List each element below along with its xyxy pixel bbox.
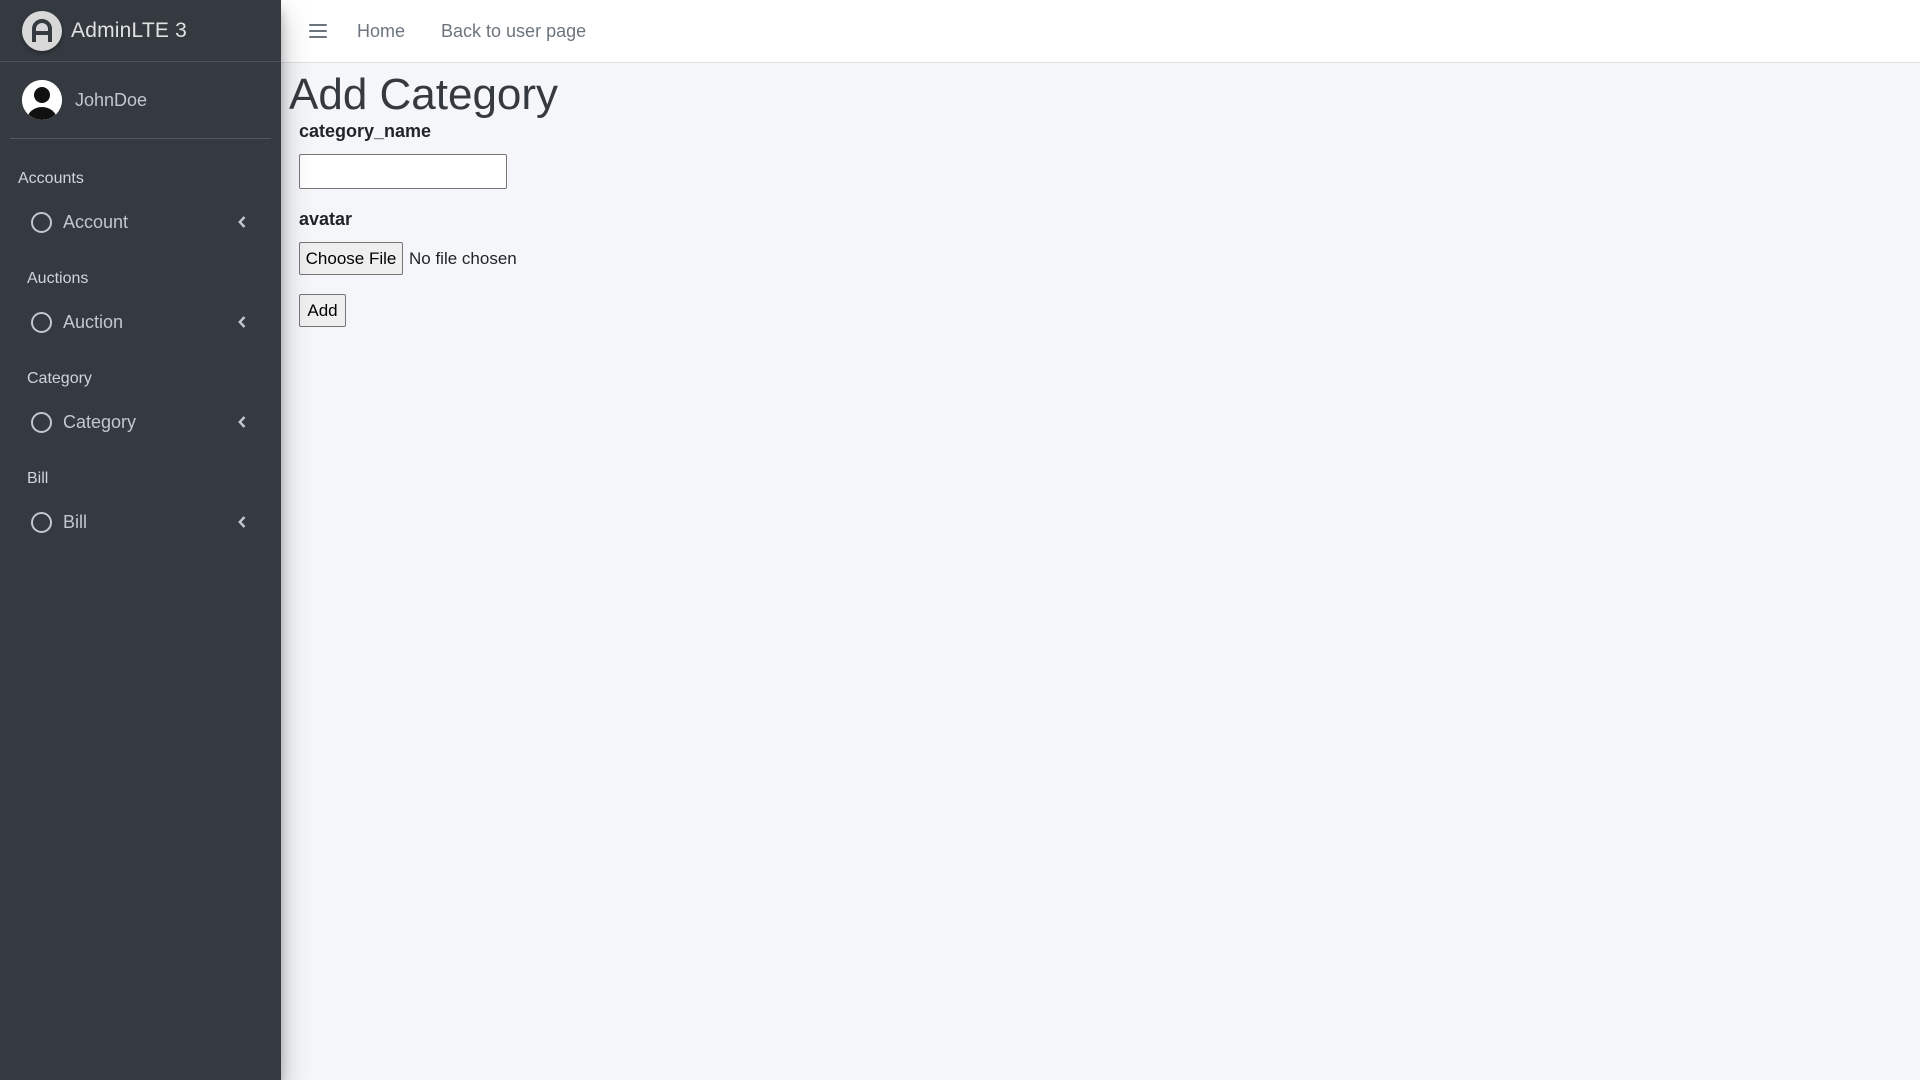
chevron-left-icon xyxy=(237,315,247,329)
hamburger-icon[interactable] xyxy=(309,22,327,40)
sidebar-item-label: Category xyxy=(63,411,137,432)
main-sidebar: AdminLTE 3 JohnDoe Accounts Account Auct… xyxy=(0,0,281,1080)
circle-icon xyxy=(31,511,52,533)
sidebar-item-account[interactable]: Account xyxy=(0,197,273,247)
sidebar-item-category[interactable]: Category xyxy=(0,397,273,447)
nav-link-back-to-user-page[interactable]: Back to user page xyxy=(441,21,586,42)
brand-link[interactable]: AdminLTE 3 xyxy=(0,0,281,62)
file-status-text: No file chosen xyxy=(409,248,517,268)
sidebar-item-auction[interactable]: Auction xyxy=(0,297,273,347)
chevron-left-icon xyxy=(237,215,247,229)
chevron-left-icon xyxy=(237,515,247,529)
content-wrapper: Add Category category_name avatar Choose… xyxy=(281,63,1920,1080)
sidebar-menu: Accounts Account Auctions Auction Catego… xyxy=(0,169,281,547)
nav-link-home[interactable]: Home xyxy=(357,21,405,42)
avatar-file-input[interactable]: Choose File No file chosen xyxy=(299,242,517,275)
category-name-input[interactable] xyxy=(299,154,507,189)
sidebar-item-label: Account xyxy=(63,211,129,232)
top-navbar: Home Back to user page xyxy=(281,0,1920,63)
page-title: Add Category xyxy=(289,70,559,119)
nav-header-category: Category xyxy=(27,370,92,387)
user-avatar-icon xyxy=(22,80,62,120)
nav-header-auctions: Auctions xyxy=(27,270,89,287)
nav-header-accounts: Accounts xyxy=(18,170,84,187)
sidebar-item-bill[interactable]: Bill xyxy=(0,497,273,547)
adminlte-logo-icon xyxy=(22,10,62,51)
avatar-label: avatar xyxy=(299,209,353,229)
brand-text: AdminLTE 3 xyxy=(71,18,187,42)
circle-icon xyxy=(31,411,52,433)
sidebar-item-label: Auction xyxy=(63,311,124,332)
sidebar-item-label: Bill xyxy=(63,511,88,532)
add-button[interactable]: Add xyxy=(299,294,346,327)
circle-icon xyxy=(31,211,52,233)
choose-file-button[interactable]: Choose File xyxy=(299,242,403,275)
user-panel[interactable]: JohnDoe xyxy=(10,62,271,139)
user-name: JohnDoe xyxy=(75,89,148,110)
circle-icon xyxy=(31,311,52,333)
chevron-left-icon xyxy=(237,415,247,429)
category-name-label: category_name xyxy=(299,121,432,141)
nav-header-bill: Bill xyxy=(27,470,49,487)
